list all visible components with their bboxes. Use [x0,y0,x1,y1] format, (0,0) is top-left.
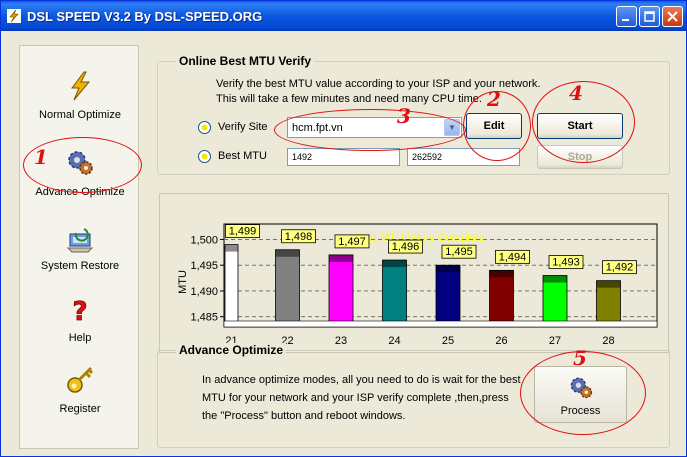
mtu-verify-title: Online Best MTU Verify [176,54,315,68]
annotation-number: 5 [573,346,587,370]
y-tick-label: 1,500 [190,234,218,246]
mtu-desc-line2: This will take a few minutes and need ma… [216,93,482,105]
advance-desc-line3: the "Process" button and reboot windows. [202,410,406,422]
advance-desc-line2: MTU for your network and your ISP verify… [202,392,509,404]
chart-bar-cap [489,270,514,278]
window-title: DSL SPEED V3.2 By DSL-SPEED.ORG [27,9,263,24]
chart-bar-cap [596,280,621,288]
y-tick-label: 1,495 [190,260,218,272]
bar-value-label: 1,497 [338,236,366,248]
chart-bar-cap [382,260,407,268]
sidebar-item-label: Help [68,332,92,344]
sidebar-item-system-restore[interactable]: System Restore [20,224,140,292]
chart-bar-cap [543,275,567,283]
svg-text:?: ? [72,297,87,326]
chart-bar [275,249,300,328]
chart-bar-cap [275,249,300,257]
sidebar: Normal Optimize Advance Optimize System … [19,45,139,449]
close-button[interactable] [662,6,683,27]
mtu-chart: Best MTU Verify Complete 1,500 1,495 1,490 1… [159,193,669,353]
sidebar-item-help[interactable]: ? Help [20,294,140,362]
bar-value-label: 1,499 [229,226,257,238]
app-window: DSL SPEED V3.2 By DSL-SPEED.ORG Normal O… [0,0,687,457]
app-lightning-icon [7,9,21,23]
maximize-button[interactable] [639,6,660,27]
mtu-chart-svg: Best MTU Verify Complete1,5001,4951,4901… [177,223,658,347]
bar-value-label: 1,493 [552,257,580,269]
maximize-icon [644,11,655,22]
question-icon: ? [72,297,88,326]
best-mtu-value: 1492 [292,152,313,162]
close-icon [667,11,678,22]
chart-bar-cap [225,244,238,252]
sidebar-item-register[interactable]: Register [20,364,140,432]
y-tick-label: 1,485 [190,312,218,324]
chart-bar-cap [436,265,460,273]
x-tick-label: 25 [442,335,454,347]
bar-value-label: 1,492 [606,262,634,274]
title-bar[interactable]: DSL SPEED V3.2 By DSL-SPEED.ORG [1,1,686,31]
annotation-circle-3 [274,109,466,151]
sidebar-item-label: Normal Optimize [39,109,121,121]
best-mtu-radio[interactable] [198,150,211,163]
advance-desc-line1: In advance optimize modes, all you need … [202,374,521,386]
bar-value-label: 1,495 [445,246,473,258]
chart-bar [489,269,514,328]
advance-optimize-title: Advance Optimize [176,343,287,357]
x-tick-label: 23 [335,335,347,347]
chart-baseline [223,320,658,328]
sidebar-item-normal-optimize[interactable]: Normal Optimize [20,70,140,138]
best-mtu-value-2: 262592 [412,152,443,162]
verify-site-label: Verify Site [218,121,268,133]
best-mtu-label: Best MTU [218,150,267,162]
annotation-number: 1 [34,145,48,169]
chart-bar [328,254,354,328]
y-axis-label: MTU [177,270,189,294]
key-icon [67,366,94,393]
sidebar-item-label: System Restore [40,260,120,272]
chart-bar [224,244,239,328]
chart-bar [435,264,461,328]
minimize-button[interactable] [616,6,637,27]
x-tick-label: 26 [495,335,507,347]
annotation-number: 2 [487,87,501,111]
minimize-icon [622,19,629,21]
bar-value-label: 1,498 [285,231,313,243]
chart-bar [382,259,407,328]
annotation-number: 3 [397,104,411,128]
system-restore-icon [66,228,94,253]
client-area: Normal Optimize Advance Optimize System … [4,31,683,455]
x-tick-label: 24 [388,335,400,347]
bar-value-label: 1,496 [392,241,420,253]
x-tick-label: 28 [602,335,614,347]
sidebar-item-label: Register [59,403,101,415]
lightning-icon [71,71,91,101]
annotation-circle-4 [532,81,635,163]
x-tick-label: 27 [549,335,561,347]
chart-bar [542,275,568,328]
chart-bar-cap [329,254,353,262]
verify-site-radio[interactable] [198,121,211,134]
y-tick-label: 1,490 [190,286,218,298]
annotation-number: 4 [569,81,583,105]
bar-value-label: 1,494 [499,251,527,263]
